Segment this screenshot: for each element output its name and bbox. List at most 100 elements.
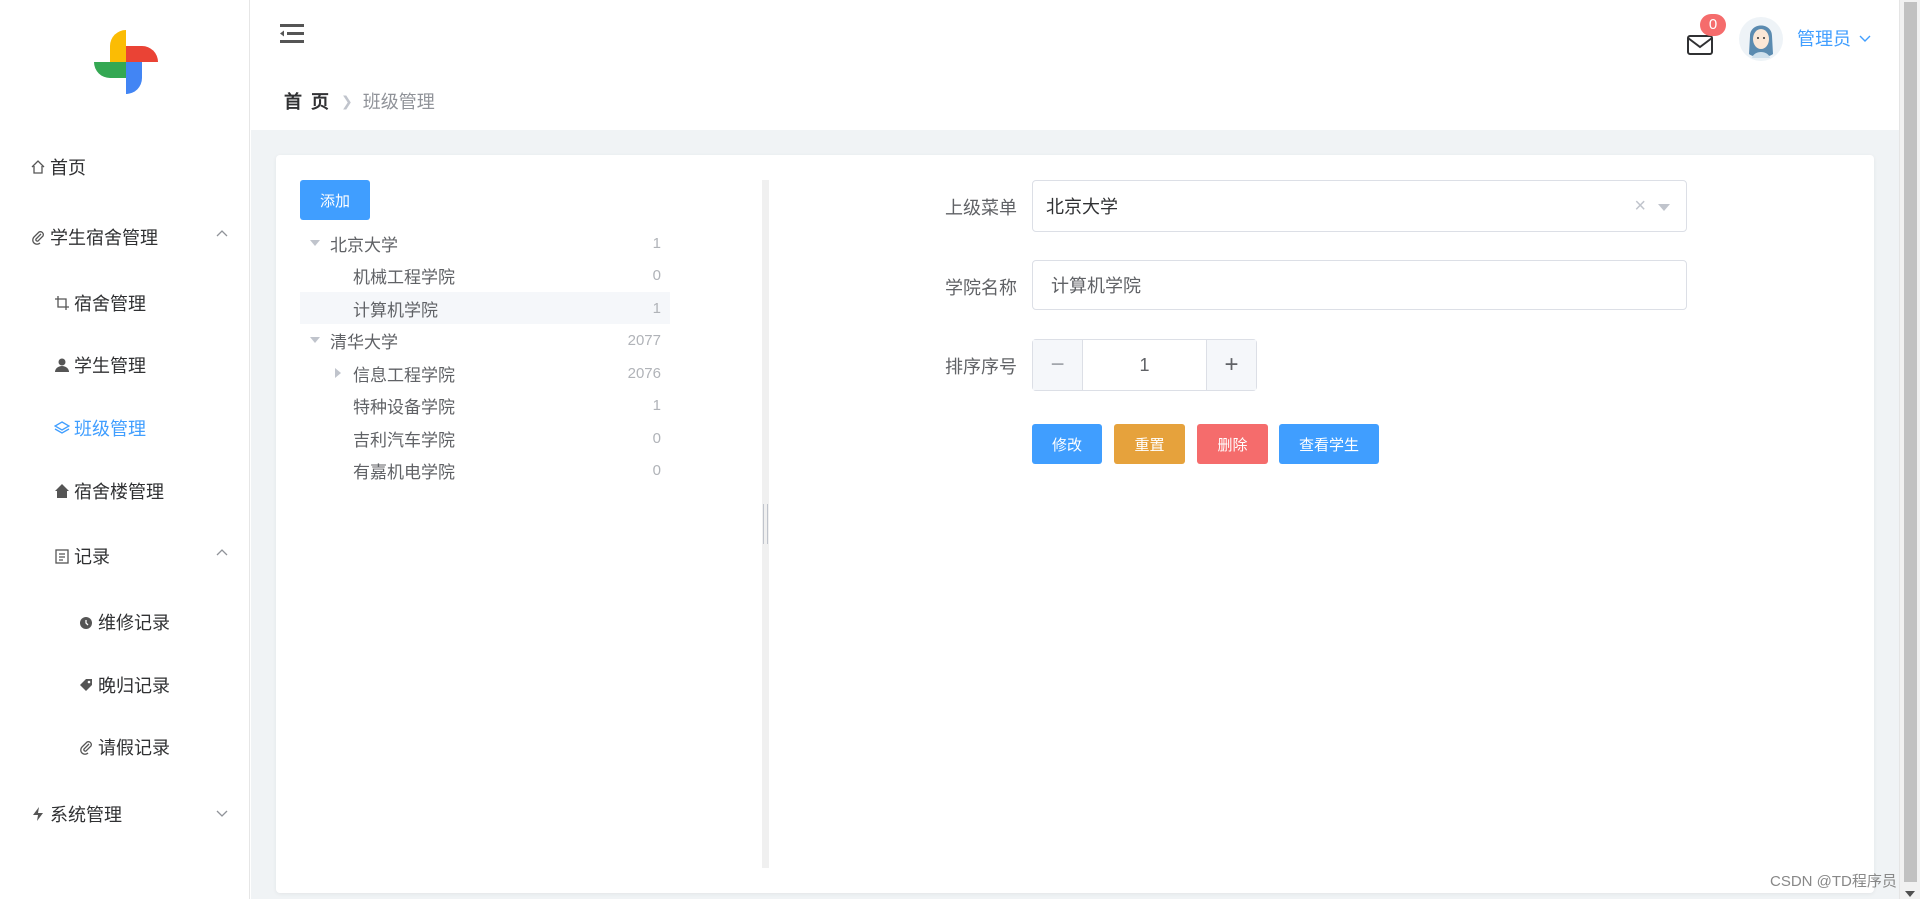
user-name: 管理员	[1797, 29, 1851, 49]
add-button[interactable]: 添加	[300, 180, 370, 220]
tree-node-label: 特种设备学院	[353, 397, 455, 417]
parent-menu-label: 上级菜单	[945, 198, 1017, 218]
caret-right-icon[interactable]	[335, 368, 341, 378]
sidebar-item-label: 班级管理	[74, 419, 146, 439]
sidebar-group-system[interactable]: 系统管理	[28, 799, 228, 829]
tree-node-selected[interactable]: 计算机学院 1	[300, 292, 670, 324]
home-icon	[28, 157, 48, 177]
chevron-up-icon	[216, 549, 228, 556]
app-logo	[94, 30, 158, 94]
user-icon	[52, 355, 72, 375]
sidebar-item-repair[interactable]: 维修记录	[76, 607, 170, 637]
decrement-button[interactable]: −	[1033, 340, 1083, 390]
tree-node-count: 0	[652, 266, 661, 284]
sidebar-item-label: 晚归记录	[98, 676, 170, 696]
sidebar-item-building[interactable]: 宿舍楼管理	[52, 476, 164, 506]
view-students-button[interactable]: 查看学生	[1279, 424, 1379, 464]
tree-node[interactable]: 北京大学 1	[300, 227, 670, 259]
avatar[interactable]	[1738, 14, 1784, 64]
sidebar-item-label: 记录	[74, 547, 110, 567]
tree-node-count: 0	[652, 461, 661, 479]
panel-splitter[interactable]	[762, 180, 769, 868]
sidebar-group-dorm[interactable]: 学生宿舍管理	[28, 222, 228, 252]
paperclip-icon	[76, 737, 96, 757]
sidebar-item-home[interactable]: 首页	[28, 152, 86, 182]
sort-order-value[interactable]: 1	[1083, 340, 1206, 390]
college-name-input[interactable]: 计算机学院	[1032, 260, 1687, 310]
sidebar-item-label: 宿舍楼管理	[74, 482, 164, 502]
sidebar-item-dorm[interactable]: 宿舍管理	[52, 288, 146, 318]
sidebar-item-label: 维修记录	[98, 613, 170, 633]
sidebar-item-label: 宿舍管理	[74, 294, 146, 314]
tree-node-count: 1	[652, 299, 661, 317]
sidebar-item-label: 首页	[50, 158, 86, 178]
scroll-down-arrow-icon[interactable]	[1905, 891, 1915, 897]
calendar-icon	[52, 546, 72, 566]
layers-icon	[52, 418, 72, 438]
sidebar-item-label: 学生宿舍管理	[50, 228, 158, 248]
crop-icon	[52, 293, 72, 313]
house-icon	[52, 481, 72, 501]
paperclip-icon	[28, 227, 48, 247]
sidebar-item-leave[interactable]: 请假记录	[76, 732, 170, 762]
tree-node[interactable]: 清华大学 2077	[300, 324, 670, 356]
lightning-icon	[28, 804, 48, 824]
sort-order-label: 排序序号	[945, 357, 1017, 377]
sidebar-item-student[interactable]: 学生管理	[52, 350, 146, 380]
tree-node-label: 机械工程学院	[353, 267, 455, 287]
caret-down-icon	[1658, 204, 1670, 211]
top-header	[251, 0, 1899, 130]
chevron-down-icon	[216, 810, 228, 817]
sidebar-item-label: 系统管理	[50, 805, 122, 825]
parent-menu-select[interactable]: 北京大学 ×	[1032, 180, 1687, 232]
chevron-up-icon	[216, 230, 228, 237]
tree-node-count: 0	[652, 429, 661, 447]
scrollbar-thumb[interactable]	[1904, 2, 1917, 882]
tree-node-label: 北京大学	[330, 235, 398, 255]
tree-node-count: 1	[652, 234, 661, 252]
tree-node[interactable]: 信息工程学院 2076	[300, 357, 670, 389]
sidebar-item-late[interactable]: 晚归记录	[76, 670, 170, 700]
tree-node-count: 2076	[627, 364, 661, 382]
college-name-label: 学院名称	[945, 278, 1017, 298]
user-menu[interactable]: 管理员	[1797, 25, 1873, 51]
tree-node-count: 2077	[627, 331, 661, 349]
increment-button[interactable]: +	[1206, 340, 1256, 390]
tree-node-label: 计算机学院	[353, 300, 438, 320]
tree-node[interactable]: 特种设备学院 1	[300, 389, 670, 421]
chevron-right-icon: ❯	[341, 92, 353, 109]
sidebar-item-class[interactable]: 班级管理	[52, 413, 146, 443]
tree-node-count: 1	[652, 396, 661, 414]
collapse-menu-icon[interactable]	[279, 22, 305, 46]
sidebar-item-label: 学生管理	[74, 356, 146, 376]
college-name-value: 计算机学院	[1051, 276, 1141, 296]
notification-badge: 0	[1700, 14, 1726, 36]
tree-node-label: 吉利汽车学院	[353, 430, 455, 450]
alarm-icon	[76, 612, 96, 632]
tag-icon	[76, 675, 96, 695]
tree-node-label: 有嘉机电学院	[353, 462, 455, 482]
splitter-grip[interactable]	[763, 504, 768, 544]
chevron-down-icon	[1859, 35, 1871, 42]
breadcrumb-current: 班级管理	[362, 92, 435, 112]
sort-order-stepper[interactable]: − 1 +	[1032, 339, 1257, 391]
sidebar-group-records[interactable]: 记录	[52, 541, 228, 571]
delete-button[interactable]: 删除	[1197, 424, 1268, 464]
breadcrumb-home[interactable]: 首 页	[284, 88, 331, 114]
tree-node-label: 清华大学	[330, 332, 398, 352]
sidebar: 首页 学生宿舍管理 宿舍管理 学生管理 班级管理 宿舍楼管理 记录 维修记录 晚…	[0, 0, 250, 899]
edit-button[interactable]: 修改	[1032, 424, 1102, 464]
caret-down-icon[interactable]	[310, 337, 320, 343]
tree-node[interactable]: 有嘉机电学院 0	[300, 454, 670, 486]
reset-button[interactable]: 重置	[1114, 424, 1185, 464]
tree-node[interactable]: 吉利汽车学院 0	[300, 422, 670, 454]
tree-node-label: 信息工程学院	[353, 365, 455, 385]
sidebar-item-label: 请假记录	[98, 738, 170, 758]
clear-icon[interactable]: ×	[1634, 195, 1646, 218]
parent-menu-value: 北京大学	[1046, 197, 1118, 217]
page-scrollbar[interactable]	[1899, 0, 1920, 899]
watermark: CSDN @TD程序员	[1770, 873, 1897, 890]
caret-down-icon[interactable]	[310, 240, 320, 246]
breadcrumb: 首 页 ❯ 班级管理	[284, 88, 435, 114]
tree-node[interactable]: 机械工程学院 0	[300, 259, 670, 291]
